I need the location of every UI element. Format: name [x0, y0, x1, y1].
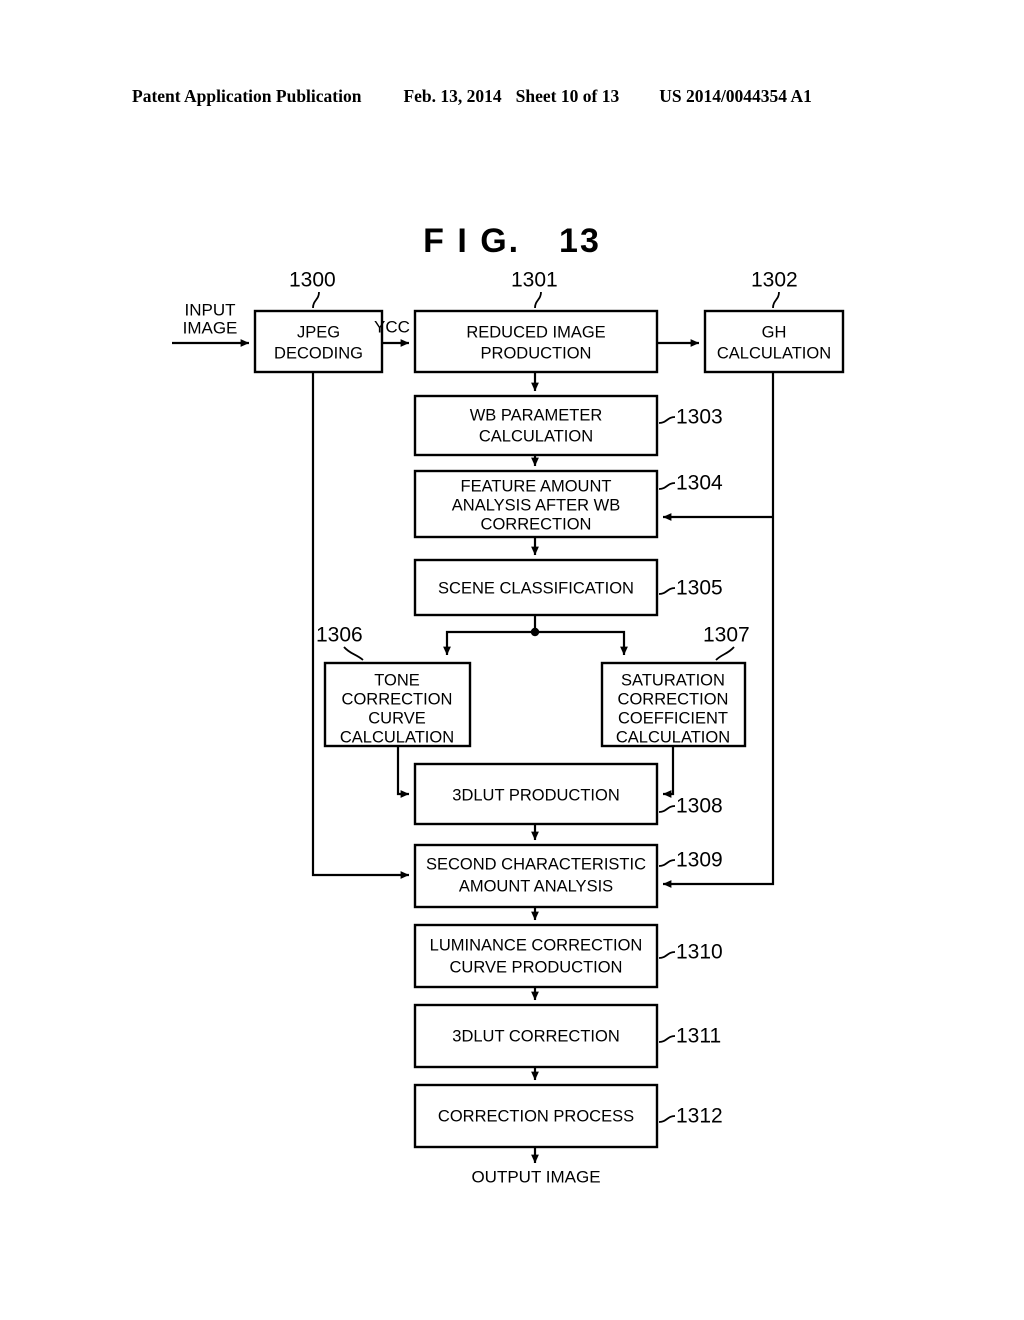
block-gh-calculation-box: [703, 309, 845, 374]
leader-1311: [658, 1035, 676, 1043]
block-correction-process-line1: CORRECTION PROCESS: [438, 1107, 634, 1125]
block-scene-classification-line1: SCENE CLASSIFICATION: [438, 579, 634, 597]
refnum-1309: 1309: [676, 849, 723, 872]
block-luminance-correction-curve-production[interactable]: LUMINANCE CORRECTION CURVE PRODUCTION: [413, 923, 659, 989]
block-reduced-image-production-line1: REDUCED IMAGE: [466, 323, 605, 341]
leader-1309: [658, 859, 676, 867]
block-saturation-correction-coefficient-calculation-line4: CALCULATION: [616, 728, 730, 746]
input-image-label-line1: INPUT: [185, 300, 236, 319]
leader-1305: [658, 587, 676, 595]
leader-1306: [343, 646, 364, 661]
block-jpeg-decoding[interactable]: JPEG DECODING: [253, 309, 384, 374]
refnum-1303: 1303: [676, 406, 723, 429]
connector-tone-to-3dlut: [396, 746, 410, 798]
refnum-1302: 1302: [751, 269, 798, 292]
refnum-1304: 1304: [676, 472, 723, 495]
block-tone-correction-curve-calculation-line1: TONE: [374, 671, 420, 689]
leader-1303: [658, 416, 676, 424]
leader-1301: [534, 291, 542, 309]
block-reduced-image-production[interactable]: REDUCED IMAGE PRODUCTION: [413, 309, 659, 374]
connector-saturation-to-3dlut: [662, 746, 675, 798]
block-wb-parameter-calculation-line2: CALCULATION: [479, 427, 593, 445]
block-3dlut-production-line1: 3DLUT PRODUCTION: [452, 786, 619, 804]
block-gh-calculation-line1: GH: [762, 323, 787, 341]
block-luminance-correction-curve-production-line1: LUMINANCE CORRECTION: [430, 936, 643, 954]
block-reduced-image-production-box: [413, 309, 659, 374]
block-scene-classification[interactable]: SCENE CLASSIFICATION: [413, 558, 659, 617]
block-wb-parameter-calculation[interactable]: WB PARAMETER CALCULATION: [413, 394, 659, 457]
block-feature-amount-analysis-line2: ANALYSIS AFTER WB: [452, 496, 620, 514]
leader-1300: [312, 291, 320, 309]
refnum-1301: 1301: [511, 269, 558, 292]
block-second-characteristic-amount-analysis-line1: SECOND CHARACTERISTIC: [426, 855, 646, 873]
refnum-1310: 1310: [676, 941, 723, 964]
refnum-1308: 1308: [676, 795, 723, 818]
block-saturation-correction-coefficient-calculation-line1: SATURATION: [621, 671, 725, 689]
block-feature-amount-analysis[interactable]: FEATURE AMOUNT ANALYSIS AFTER WB CORRECT…: [413, 469, 659, 539]
block-reduced-image-production-line2: PRODUCTION: [481, 344, 592, 362]
block-luminance-correction-curve-production-box: [413, 923, 659, 989]
block-feature-amount-analysis-line1: FEATURE AMOUNT: [461, 477, 612, 495]
output-image-label: OUTPUT IMAGE: [471, 1167, 600, 1186]
refnum-1300: 1300: [289, 269, 336, 292]
block-3dlut-correction[interactable]: 3DLUT CORRECTION: [413, 1003, 659, 1069]
block-second-characteristic-amount-analysis-line2: AMOUNT ANALYSIS: [459, 877, 613, 895]
refnum-1305: 1305: [676, 577, 723, 600]
block-jpeg-decoding-line1: JPEG: [297, 323, 340, 341]
ycc-label: YCC: [374, 317, 410, 336]
block-tone-correction-curve-calculation[interactable]: TONE CORRECTION CURVE CALCULATION: [323, 661, 472, 748]
block-3dlut-production[interactable]: 3DLUT PRODUCTION: [413, 762, 659, 826]
block-saturation-correction-coefficient-calculation[interactable]: SATURATION CORRECTION COEFFICIENT CALCUL…: [600, 661, 747, 748]
leader-1304: [658, 482, 676, 490]
block-tone-correction-curve-calculation-line3: CURVE: [368, 709, 425, 727]
block-3dlut-correction-line1: 3DLUT CORRECTION: [452, 1027, 619, 1045]
block-jpeg-decoding-line2: DECODING: [274, 344, 363, 362]
leader-1302: [772, 291, 780, 309]
leader-1308: [658, 805, 676, 813]
block-saturation-correction-coefficient-calculation-line3: COEFFICIENT: [618, 709, 728, 727]
input-image-label-line2: IMAGE: [183, 318, 238, 337]
leader-1312: [658, 1115, 676, 1123]
refnum-1312: 1312: [676, 1105, 723, 1128]
flowchart-figure-13: JPEG DECODING 1300 REDUCED IMAGE PRODUCT…: [172, 269, 845, 1186]
block-saturation-correction-coefficient-calculation-line2: CORRECTION: [618, 690, 729, 708]
leader-1310: [658, 951, 676, 959]
block-second-characteristic-amount-analysis-box: [413, 843, 659, 909]
refnum-1306: 1306: [316, 624, 363, 647]
block-jpeg-decoding-box: [253, 309, 384, 374]
connector-scene-to-tone: [443, 630, 535, 656]
block-wb-parameter-calculation-line1: WB PARAMETER: [470, 406, 603, 424]
block-gh-calculation-line2: CALCULATION: [717, 344, 831, 362]
refnum-1307: 1307: [703, 624, 750, 647]
block-tone-correction-curve-calculation-line4: CALCULATION: [340, 728, 454, 746]
leader-1307: [715, 646, 735, 661]
block-feature-amount-analysis-line3: CORRECTION: [481, 515, 592, 533]
block-luminance-correction-curve-production-line2: CURVE PRODUCTION: [450, 958, 623, 976]
block-tone-correction-curve-calculation-line2: CORRECTION: [342, 690, 453, 708]
block-second-characteristic-amount-analysis[interactable]: SECOND CHARACTERISTIC AMOUNT ANALYSIS: [413, 843, 659, 909]
refnum-1311: 1311: [676, 1025, 721, 1048]
block-correction-process[interactable]: CORRECTION PROCESS: [413, 1083, 659, 1149]
connector-scene-to-saturation: [535, 630, 628, 656]
block-gh-calculation[interactable]: GH CALCULATION: [703, 309, 845, 374]
block-wb-parameter-calculation-box: [413, 394, 659, 457]
